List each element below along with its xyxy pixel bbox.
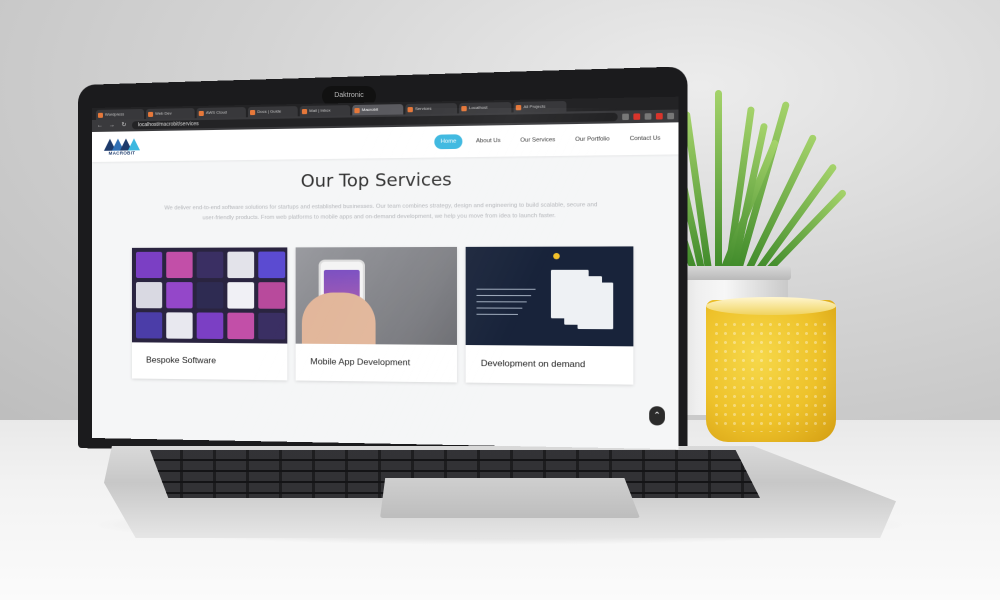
browser-tab[interactable]: Localhost <box>459 102 512 114</box>
extension-icon[interactable] <box>655 113 663 120</box>
services-section: Our Top Services We deliver end-to-end s… <box>92 154 679 385</box>
card-title: Development on demand <box>480 357 586 370</box>
service-card-mobile-app[interactable]: Mobile App Development <box>295 246 457 383</box>
wordpress-icon <box>97 112 103 118</box>
extension-icon[interactable] <box>633 113 641 120</box>
browser-tab-label: Services <box>415 105 432 112</box>
app-icon <box>461 105 467 111</box>
mobile-app-image <box>295 246 457 345</box>
app-screen-thumbnail <box>258 251 286 279</box>
browser-tab-label: All Projects <box>523 103 546 110</box>
section-description: We deliver end-to-end software solutions… <box>164 202 598 222</box>
browser-tab-label: AWS Cloud <box>205 109 227 115</box>
site-logo[interactable]: MACROBIT <box>102 137 142 156</box>
logo-mark-icon <box>103 137 140 151</box>
main-nav: Home About Us Our Services Our Portfolio… <box>434 131 667 150</box>
app-screen-thumbnail <box>227 312 255 340</box>
browser-tab[interactable]: Wordpress <box>95 109 145 120</box>
reload-icon[interactable]: ↻ <box>120 121 128 129</box>
app-screen-thumbnail <box>227 282 255 309</box>
mail-icon <box>301 108 308 114</box>
browser-tab-label: Docs | Guide <box>257 108 282 114</box>
browser-tab[interactable]: Docs | Guide <box>247 106 298 118</box>
app-icon <box>407 106 413 112</box>
nav-about-us[interactable]: About Us <box>469 134 507 149</box>
app-screen-thumbnail <box>166 251 193 279</box>
site-icon <box>354 107 360 113</box>
lightbulb-icon <box>553 252 560 260</box>
extension-icon[interactable] <box>644 113 652 120</box>
app-screen-thumbnail <box>166 312 193 339</box>
menu-icon[interactable] <box>667 112 675 120</box>
card-title: Bespoke Software <box>146 354 217 366</box>
browser-tab-label: Macrobit <box>361 106 379 113</box>
doc-icon <box>250 109 256 115</box>
app-screen-thumbnail <box>258 312 286 340</box>
nav-home[interactable]: Home <box>434 134 463 150</box>
app-screen-thumbnail <box>196 282 224 309</box>
browser-tab[interactable]: Macrobit <box>352 104 404 116</box>
mug-rim <box>706 297 836 315</box>
laptop-trackpad <box>380 478 640 518</box>
back-icon[interactable]: ← <box>96 122 104 130</box>
browser-tab-label: Localhost <box>468 104 488 111</box>
hand-illustration <box>301 292 376 345</box>
mug-texture <box>712 320 830 432</box>
app-icon <box>198 110 204 116</box>
browser-tab-label: Wordpress <box>104 111 125 117</box>
plant-leaf <box>715 90 722 270</box>
nav-our-portfolio[interactable]: Our Portfolio <box>569 132 617 148</box>
logo-text: MACROBIT <box>108 149 136 156</box>
app-screen-thumbnail <box>258 282 286 309</box>
browser-tab-label: Web Dev <box>155 110 172 116</box>
text-line <box>476 301 527 303</box>
app-screen-thumbnail <box>135 312 163 339</box>
development-on-demand-image <box>465 246 634 347</box>
text-line <box>476 288 536 290</box>
app-screen-thumbnail <box>135 251 163 279</box>
card-title: Mobile App Development <box>310 356 411 368</box>
browser-tab-label: Mail | Inbox <box>309 107 331 114</box>
section-title: Our Top Services <box>300 169 452 193</box>
bespoke-software-image <box>131 247 288 344</box>
forward-icon[interactable]: → <box>108 122 116 130</box>
nav-contact-us[interactable]: Contact Us <box>623 131 667 147</box>
app-icon <box>515 104 522 110</box>
app-icon <box>148 111 154 117</box>
chevron-up-icon[interactable]: ⌃ <box>649 406 665 426</box>
app-screen-thumbnail <box>166 282 193 309</box>
service-card-development-on-demand[interactable]: Development on demand <box>465 246 634 385</box>
browser-tab[interactable]: Mail | Inbox <box>299 105 351 117</box>
bookmark-icon[interactable] <box>622 113 629 121</box>
app-screen-thumbnail <box>196 312 224 339</box>
browser-tab[interactable]: Web Dev <box>146 108 195 120</box>
document-sheet <box>577 282 614 330</box>
text-line <box>476 307 523 309</box>
app-screen-thumbnail <box>135 282 163 309</box>
nav-our-services[interactable]: Our Services <box>514 133 562 148</box>
browser-tab[interactable]: All Projects <box>513 100 567 113</box>
browser-tab[interactable]: Services <box>405 103 457 115</box>
app-screen-thumbnail <box>196 251 224 279</box>
service-card-bespoke-software[interactable]: Bespoke Software <box>131 247 288 381</box>
laptop-screen: Wordpress Web Dev AWS Cloud Docs | Guide Mai… <box>92 96 679 450</box>
app-screen-thumbnail <box>227 251 255 279</box>
text-line <box>476 294 532 297</box>
browser-tab[interactable]: AWS Cloud <box>196 107 246 119</box>
service-cards: Bespoke Software Mobile App Development … <box>92 246 679 385</box>
text-line <box>476 313 518 315</box>
